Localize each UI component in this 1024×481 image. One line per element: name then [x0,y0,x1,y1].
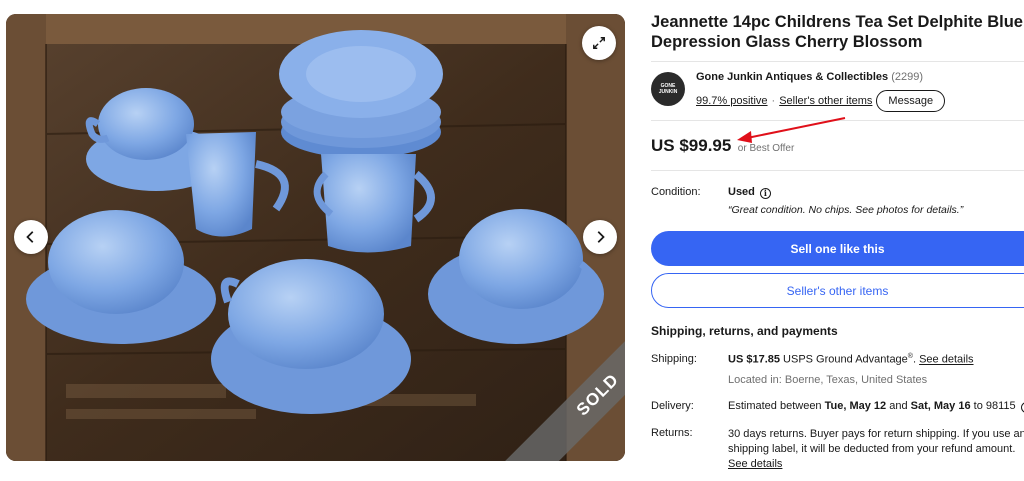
seller-links: 99.7% positive · Seller's other items Me… [696,90,946,112]
delivery-and: and [889,400,908,412]
item-title-line2: Depression Glass Cherry Blossom [651,33,923,51]
previous-image-button[interactable] [14,220,48,254]
annotation-arrow [737,117,846,143]
delivery-zip: to 98115 [973,400,1016,412]
sell-one-like-this-button[interactable]: Sell one like this [651,231,1024,266]
shipping-service: USPS Ground Advantage [783,353,908,366]
seller-name[interactable]: Gone Junkin Antiques & Collectibles [696,71,888,83]
returns-line2: shipping label, it will be deducted from… [728,443,1016,455]
condition-value-text: Used [728,186,755,198]
message-button[interactable]: Message [876,90,946,112]
condition-value: Used i [728,186,771,199]
returns-policy: 30 days returns. Buyer pays for return s… [728,427,1024,472]
shipping-section-title: Shipping, returns, and payments [651,324,838,338]
shipping-see-details-link[interactable]: See details [919,354,973,366]
returns-see-details-link[interactable]: See details [728,458,782,470]
delivery-value: Estimated between Tue, May 12 and Sat, M… [728,400,1024,413]
chevron-left-icon [26,231,34,243]
info-icon[interactable]: i [759,187,771,199]
listing-details-panel: Jeannette 14pc Childrens Tea Set Delphit… [651,0,1024,481]
seller-positive-link[interactable]: 99.7% positive [696,95,768,107]
delivery-start: Tue, May 12 [824,400,887,412]
divider [651,170,1024,171]
expand-button[interactable] [582,26,616,60]
divider [651,61,1024,62]
seller-avatar[interactable]: GONE JUNKIN [651,72,685,106]
sellers-other-items-button[interactable]: Seller's other items [651,273,1024,308]
condition-label: Condition: [651,186,701,198]
shipping-label: Shipping: [651,353,697,365]
delivery-label: Delivery: [651,400,694,412]
item-title: Jeannette 14pc Childrens Tea Set Delphit… [651,12,1024,52]
item-title-line1: Jeannette 14pc Childrens Tea Set Delphit… [651,13,1023,31]
chevron-right-icon [597,231,605,243]
delivery-prefix: Estimated between [728,400,822,412]
shipping-cost: US $17.85 [728,353,780,366]
shipping-value: US $17.85 USPS Ground Advantage®. See de… [728,353,974,366]
condition-description: “Great condition. No chips. See photos f… [728,204,964,216]
seller-other-items-link[interactable]: Seller's other items [779,95,872,107]
item-location: Located in: Boerne, Texas, United States [728,374,928,386]
next-image-button[interactable] [583,220,617,254]
image-gallery[interactable]: SOLD [6,14,625,461]
seller-logo-text: GONE JUNKIN [658,83,678,95]
info-icon[interactable]: i [1020,401,1024,413]
returns-line1: 30 days returns. Buyer pays for return s… [728,428,1024,440]
registered-mark: ® [907,353,913,360]
product-photo [6,14,625,461]
seller-feedback-count: (2299) [891,71,923,83]
returns-label: Returns: [651,427,693,439]
seller-name-row: Gone Junkin Antiques & Collectibles (229… [696,71,923,83]
separator-dot: · [771,95,776,107]
delivery-end: Sat, May 16 [910,400,971,412]
expand-icon [593,37,605,49]
price: US $99.95 [651,136,732,155]
